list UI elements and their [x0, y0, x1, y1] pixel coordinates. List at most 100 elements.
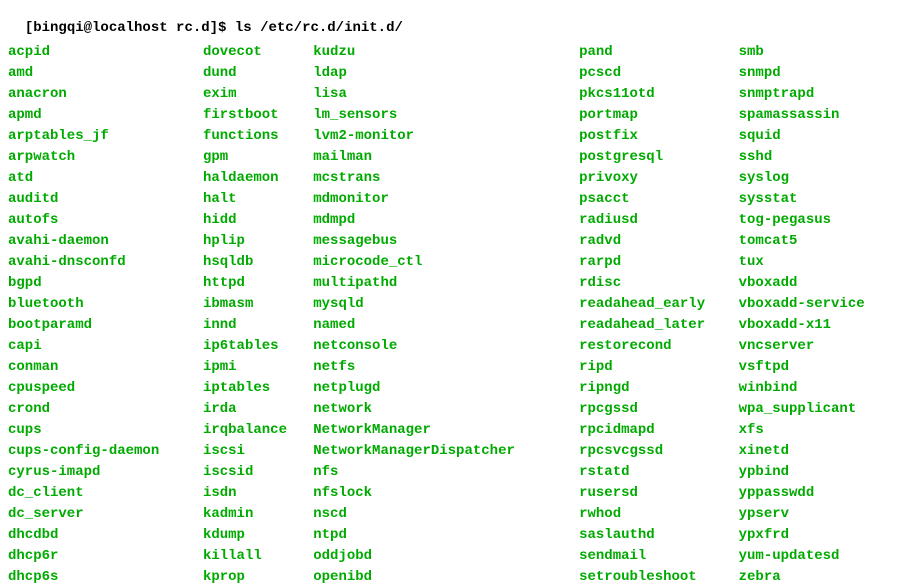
file-entry: bluetooth [8, 294, 203, 315]
file-entry: ypxfrd [739, 525, 906, 546]
file-entry: netfs [313, 357, 579, 378]
file-entry: ypbind [739, 462, 906, 483]
file-entry: dhcp6s [8, 567, 203, 588]
file-entry: dovecot [203, 42, 313, 63]
file-entry: nfs [313, 462, 579, 483]
file-entry: dc_client [8, 483, 203, 504]
file-entry: mysqld [313, 294, 579, 315]
listing-column-1: acpidamdanacronapmdarptables_jfarpwatcha… [8, 42, 203, 588]
file-entry: netconsole [313, 336, 579, 357]
file-entry: xinetd [739, 441, 906, 462]
file-entry: avahi-dnsconfd [8, 252, 203, 273]
file-entry: irda [203, 399, 313, 420]
file-entry: lm_sensors [313, 105, 579, 126]
file-entry: openibd [313, 567, 579, 588]
file-entry: radiusd [579, 210, 739, 231]
file-entry: atd [8, 168, 203, 189]
file-entry: halt [203, 189, 313, 210]
file-entry: vsftpd [739, 357, 906, 378]
file-entry: mdmonitor [313, 189, 579, 210]
listing-column-5: smbsnmpdsnmptrapdspamassassinsquidsshdsy… [739, 42, 906, 588]
file-entry: ripngd [579, 378, 739, 399]
file-entry: mdmpd [313, 210, 579, 231]
file-entry: multipathd [313, 273, 579, 294]
file-entry: bootparamd [8, 315, 203, 336]
file-entry: vboxadd-x11 [739, 315, 906, 336]
file-entry: pcscd [579, 63, 739, 84]
file-entry: yum-updatesd [739, 546, 906, 567]
file-entry: hsqldb [203, 252, 313, 273]
file-entry: netplugd [313, 378, 579, 399]
file-entry: gpm [203, 147, 313, 168]
file-entry: nscd [313, 504, 579, 525]
file-entry: mcstrans [313, 168, 579, 189]
file-entry: sysstat [739, 189, 906, 210]
file-entry: hidd [203, 210, 313, 231]
file-entry: iscsi [203, 441, 313, 462]
file-entry: haldaemon [203, 168, 313, 189]
prompt-command: ls /etc/rc.d/init.d/ [235, 20, 403, 36]
ls-output: acpidamdanacronapmdarptables_jfarpwatcha… [8, 42, 906, 588]
prompt-user-host: [bingqi@localhost rc.d]$ [25, 20, 227, 36]
file-entry: psacct [579, 189, 739, 210]
file-entry: dund [203, 63, 313, 84]
file-entry: irqbalance [203, 420, 313, 441]
file-entry: cups-config-daemon [8, 441, 203, 462]
file-entry: iptables [203, 378, 313, 399]
file-entry: autofs [8, 210, 203, 231]
file-entry: setroubleshoot [579, 567, 739, 588]
file-entry: winbind [739, 378, 906, 399]
file-entry: privoxy [579, 168, 739, 189]
file-entry: postgresql [579, 147, 739, 168]
file-entry: dc_server [8, 504, 203, 525]
file-entry: ip6tables [203, 336, 313, 357]
file-entry: lisa [313, 84, 579, 105]
file-entry: syslog [739, 168, 906, 189]
file-entry: messagebus [313, 231, 579, 252]
file-entry: arptables_jf [8, 126, 203, 147]
file-entry: portmap [579, 105, 739, 126]
file-entry: readahead_later [579, 315, 739, 336]
file-entry: capi [8, 336, 203, 357]
file-entry: radvd [579, 231, 739, 252]
file-entry: pand [579, 42, 739, 63]
file-entry: ipmi [203, 357, 313, 378]
file-entry: restorecond [579, 336, 739, 357]
file-entry: rdisc [579, 273, 739, 294]
file-entry: kadmin [203, 504, 313, 525]
file-entry: vboxadd-service [739, 294, 906, 315]
file-entry: readahead_early [579, 294, 739, 315]
file-entry: functions [203, 126, 313, 147]
file-entry: squid [739, 126, 906, 147]
file-entry: rstatd [579, 462, 739, 483]
file-entry: sshd [739, 147, 906, 168]
file-entry: crond [8, 399, 203, 420]
file-entry: isdn [203, 483, 313, 504]
file-entry: spamassassin [739, 105, 906, 126]
file-entry: cpuspeed [8, 378, 203, 399]
file-entry: rusersd [579, 483, 739, 504]
file-entry: ibmasm [203, 294, 313, 315]
file-entry: iscsid [203, 462, 313, 483]
file-entry: ypserv [739, 504, 906, 525]
file-entry: tux [739, 252, 906, 273]
file-entry: vncserver [739, 336, 906, 357]
file-entry: cyrus-imapd [8, 462, 203, 483]
file-entry: lvm2-monitor [313, 126, 579, 147]
file-entry: httpd [203, 273, 313, 294]
file-entry: acpid [8, 42, 203, 63]
file-entry: tomcat5 [739, 231, 906, 252]
file-entry: mailman [313, 147, 579, 168]
file-entry: ripd [579, 357, 739, 378]
file-entry: nfslock [313, 483, 579, 504]
file-entry: amd [8, 63, 203, 84]
listing-column-3: kudzuldaplisalm_sensorslvm2-monitormailm… [313, 42, 579, 588]
file-entry: sendmail [579, 546, 739, 567]
file-entry: ntpd [313, 525, 579, 546]
file-entry: NetworkManagerDispatcher [313, 441, 579, 462]
file-entry: dhcp6r [8, 546, 203, 567]
listing-column-2: dovecotdundeximfirstbootfunctionsgpmhald… [203, 42, 313, 588]
file-entry: wpa_supplicant [739, 399, 906, 420]
file-entry: zebra [739, 567, 906, 588]
file-entry: arpwatch [8, 147, 203, 168]
